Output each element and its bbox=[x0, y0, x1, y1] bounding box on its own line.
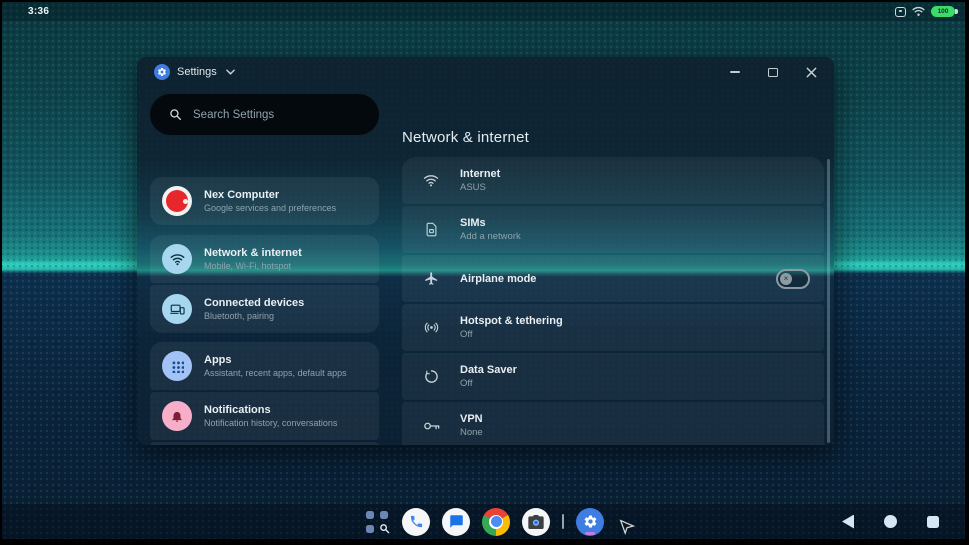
row-internet[interactable]: Internet ASUS bbox=[402, 157, 824, 204]
app-dot bbox=[380, 511, 388, 519]
row-title: Internet bbox=[460, 168, 500, 180]
settings-sidebar: Search Settings Nex Computer Google serv… bbox=[150, 87, 379, 445]
bell-icon bbox=[162, 401, 192, 431]
window-title-bar[interactable]: Settings bbox=[137, 57, 834, 87]
row-data-saver[interactable]: Data Saver Off bbox=[402, 353, 824, 400]
app-dot bbox=[366, 511, 374, 519]
avatar bbox=[162, 186, 192, 216]
sidebar-item-apps[interactable]: Apps Assistant, recent apps, default app… bbox=[150, 342, 379, 390]
toggle-thumb: × bbox=[780, 273, 792, 285]
airplane-icon bbox=[402, 271, 460, 286]
battery-icon: 100 bbox=[931, 6, 955, 17]
close-icon bbox=[806, 67, 817, 78]
dock bbox=[364, 504, 636, 539]
camera-app-icon[interactable] bbox=[522, 508, 550, 536]
sidebar-item-subtitle: Assistant, recent apps, default apps bbox=[204, 368, 347, 378]
sidebar-item-subtitle: Notification history, conversations bbox=[204, 418, 337, 428]
notification-icon bbox=[895, 7, 906, 17]
window-body: Search Settings Nex Computer Google serv… bbox=[137, 87, 834, 445]
window-title: Settings bbox=[177, 66, 217, 78]
messages-app-icon[interactable] bbox=[442, 508, 470, 536]
row-airplane-mode[interactable]: Airplane mode × bbox=[402, 255, 824, 302]
window-app-menu[interactable]: Settings bbox=[154, 64, 235, 80]
minimize-button[interactable] bbox=[728, 65, 742, 79]
account-title: Nex Computer bbox=[204, 189, 336, 201]
sim-icon bbox=[402, 222, 460, 237]
row-title: Airplane mode bbox=[460, 273, 536, 285]
search-icon bbox=[379, 523, 390, 534]
phone-app-icon[interactable] bbox=[402, 508, 430, 536]
status-bar: 3:36 100 bbox=[2, 2, 965, 21]
data-saver-icon bbox=[402, 369, 460, 384]
maximize-button[interactable] bbox=[766, 65, 780, 79]
row-title: Hotspot & tethering bbox=[460, 315, 563, 327]
scrollbar[interactable] bbox=[827, 159, 830, 443]
sidebar-item-label: Connected devices bbox=[204, 297, 304, 309]
sidebar-item-sound-vibration[interactable]: Sound & vibration Volume and haptics bbox=[150, 442, 379, 445]
apps-grid-icon bbox=[162, 351, 192, 381]
row-title: Data Saver bbox=[460, 364, 517, 376]
chrome-app-icon[interactable] bbox=[482, 508, 510, 536]
row-subtitle: ASUS bbox=[460, 182, 500, 193]
search-icon bbox=[169, 108, 182, 121]
sidebar-item-notifications[interactable]: Notifications Notification history, conv… bbox=[150, 392, 379, 440]
chevron-down-icon bbox=[226, 69, 235, 75]
sidebar-item-account[interactable]: Nex Computer Google services and prefere… bbox=[150, 177, 379, 225]
page-title: Network & internet bbox=[402, 129, 529, 146]
desktop-wallpaper: 3:36 100 Settings bbox=[2, 2, 965, 539]
row-subtitle: Off bbox=[460, 329, 563, 340]
row-subtitle: Add a network bbox=[460, 231, 521, 242]
devices-icon bbox=[162, 294, 192, 324]
taskbar bbox=[2, 504, 965, 539]
row-hotspot-tethering[interactable]: Hotspot & tethering Off bbox=[402, 304, 824, 351]
airplane-mode-toggle[interactable]: × bbox=[776, 269, 810, 289]
vpn-icon bbox=[402, 420, 460, 432]
back-button[interactable] bbox=[842, 515, 854, 529]
app-dot bbox=[366, 525, 374, 533]
all-apps-button[interactable] bbox=[364, 509, 390, 535]
sidebar-item-label: Notifications bbox=[204, 404, 337, 416]
wifi-icon bbox=[162, 244, 192, 274]
settings-gear-icon bbox=[154, 64, 170, 80]
row-title: SIMs bbox=[460, 217, 521, 229]
sidebar-item-subtitle: Mobile, Wi-Fi, hotspot bbox=[204, 261, 302, 271]
row-subtitle: None bbox=[460, 427, 483, 438]
status-icons[interactable]: 100 bbox=[895, 6, 955, 17]
screen: 3:36 100 Settings bbox=[0, 0, 969, 545]
settings-rows: Internet ASUS SIMs Add a network bbox=[402, 157, 824, 445]
account-subtitle: Google services and preferences bbox=[204, 203, 336, 213]
sidebar-item-connected-devices[interactable]: Connected devices Bluetooth, pairing bbox=[150, 285, 379, 333]
sidebar-item-label: Network & internet bbox=[204, 247, 302, 259]
running-app-indicator bbox=[585, 532, 595, 535]
sidebar-item-label: Apps bbox=[204, 354, 347, 366]
sidebar-item-subtitle: Bluetooth, pairing bbox=[204, 311, 304, 321]
search-input[interactable]: Search Settings bbox=[150, 94, 379, 135]
home-button[interactable] bbox=[884, 515, 897, 528]
row-title: VPN bbox=[460, 413, 483, 425]
navigation-buttons bbox=[842, 504, 939, 539]
wifi-icon bbox=[402, 174, 460, 187]
close-button[interactable] bbox=[804, 65, 818, 79]
row-subtitle: Off bbox=[460, 378, 517, 389]
mouse-cursor bbox=[618, 517, 636, 535]
settings-window: Settings S bbox=[137, 57, 834, 445]
settings-app-icon[interactable] bbox=[576, 508, 604, 536]
settings-content-pane: Network & internet Internet ASUS bbox=[402, 87, 834, 445]
dock-divider bbox=[562, 514, 564, 529]
row-vpn[interactable]: VPN None bbox=[402, 402, 824, 445]
search-placeholder: Search Settings bbox=[193, 109, 274, 121]
minimize-icon bbox=[730, 71, 740, 73]
hotspot-icon bbox=[402, 320, 460, 335]
recents-button[interactable] bbox=[927, 516, 939, 528]
sidebar-item-network-internet[interactable]: Network & internet Mobile, Wi-Fi, hotspo… bbox=[150, 235, 379, 283]
wifi-icon bbox=[912, 6, 925, 17]
clock: 3:36 bbox=[28, 6, 49, 17]
row-sims[interactable]: SIMs Add a network bbox=[402, 206, 824, 253]
maximize-icon bbox=[768, 68, 778, 77]
